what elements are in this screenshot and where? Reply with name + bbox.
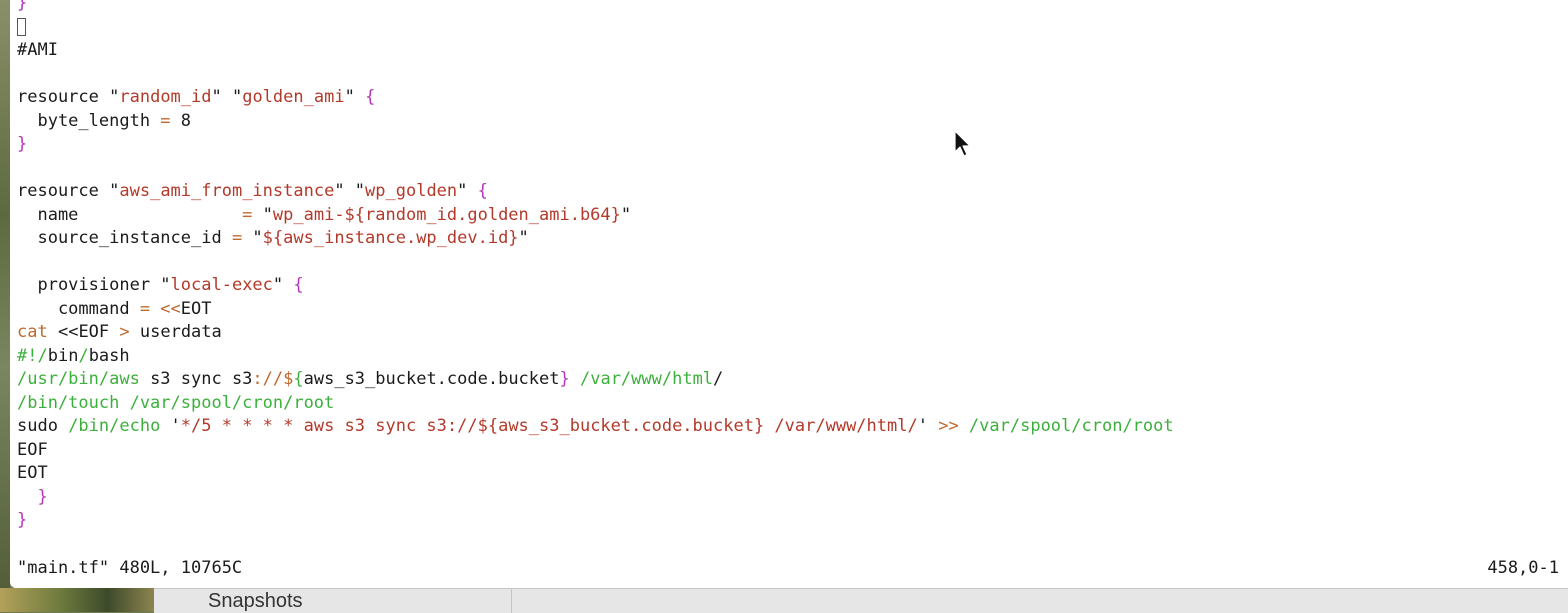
code-token: { [293, 369, 304, 389]
code-token: s3 sync s3 [139, 369, 253, 389]
code-token: local-exec [170, 275, 273, 295]
code-token: command [17, 298, 140, 319]
code-token: aws_ami_from_instance [119, 181, 335, 201]
code-token: ${aws_instance.wp_dev.id} [262, 228, 519, 248]
code-token: /bin/touch /var/spool/cron/root [17, 392, 335, 413]
code-token: " [252, 204, 273, 225]
code-token: #AMI [17, 40, 58, 60]
code-token: > [119, 322, 130, 342]
code-token: source_instance_id [17, 228, 232, 248]
code-line[interactable]: EOT [17, 462, 48, 486]
code-line[interactable]: } [17, 509, 27, 533]
code-token: = [231, 228, 243, 248]
code-line[interactable]: EOF [17, 439, 48, 463]
code-line[interactable]: name = "wp_ami-${random_id.golden_ami.b6… [17, 204, 631, 228]
code-token: provisioner [17, 275, 161, 295]
code-token: cat [17, 322, 58, 342]
status-cursor-position: 458,0-1 [1487, 558, 1559, 578]
code-line[interactable]: provisioner "local-exec" { [17, 274, 304, 298]
code-token: = [160, 110, 171, 131]
code-token: /bin/echo [68, 416, 161, 436]
code-line[interactable]: #AMI [17, 39, 58, 63]
code-token: userdata [129, 322, 222, 342]
text-cursor [17, 17, 26, 36]
code-token: EOT [17, 463, 48, 483]
code-line[interactable]: } [17, 133, 27, 157]
code-token: bin [47, 345, 79, 366]
code-token: ' [160, 416, 181, 436]
code-token: resource [17, 181, 110, 201]
toolbar-divider [511, 589, 512, 613]
code-token: >> [938, 416, 959, 436]
code-token: / [78, 345, 89, 366]
code-token: resource [17, 87, 110, 107]
code-line[interactable]: /bin/touch /var/spool/cron/root [17, 392, 334, 416]
code-line[interactable]: #!/bin/bash [17, 345, 130, 369]
code-line[interactable]: resource "random_id" "golden_ami" { [17, 86, 375, 110]
vim-terminal-window[interactable]: } #AMI resource "random_id" "golden_ami" {… [10, 0, 1568, 588]
code-token: } [17, 134, 28, 154]
code-token: = << [139, 298, 181, 319]
code-token: wp_ami-${random_id.golden_ami.b64} [272, 204, 621, 225]
code-token: ' [917, 416, 939, 436]
code-line[interactable] [17, 16, 26, 40]
code-token: } [17, 0, 28, 13]
code-token: " [518, 228, 529, 248]
code-token: bash [88, 345, 130, 366]
code-line[interactable]: } [17, 486, 48, 510]
code-token: { [365, 87, 376, 107]
desktop-background [0, 0, 10, 612]
snapshots-label[interactable]: Snapshots [208, 590, 303, 612]
code-token: aws_s3_bucket.code.bucket [303, 369, 560, 389]
code-line[interactable]: byte_length = 8 [17, 110, 191, 134]
code-token: #!/ [17, 345, 48, 366]
code-token: { [477, 181, 488, 201]
code-token: EOF [78, 322, 120, 342]
code-line[interactable]: source_instance_id = "${aws_instance.wp_… [17, 227, 529, 251]
desktop-wallpaper-corner [0, 588, 154, 612]
code-token: " [620, 204, 632, 225]
mouse-pointer-icon [954, 130, 971, 157]
code-token: << [57, 322, 79, 342]
code-token: */5 * * * * aws s3 sync s3://${aws_s3_bu… [180, 416, 918, 436]
code-line[interactable]: } [17, 0, 27, 16]
code-token: " " [334, 181, 366, 201]
code-token: ://$ [252, 369, 294, 389]
code-line[interactable]: /usr/bin/aws s3 sync s3://${aws_s3_bucke… [17, 368, 723, 392]
code-line[interactable]: sudo /bin/echo '*/5 * * * * aws s3 sync … [17, 415, 1174, 439]
background-window-toolbar[interactable]: Snapshots [154, 588, 1568, 613]
code-token: " " [211, 87, 243, 107]
code-token: " [272, 275, 294, 295]
code-line[interactable]: command = <<EOT [17, 298, 212, 322]
code-token: EOT [180, 298, 212, 319]
code-token: wp_golden [365, 181, 458, 201]
code-token: " [344, 87, 366, 107]
code-token: EOF [17, 439, 48, 460]
code-token: /var/spool/cron/root [958, 416, 1174, 436]
code-token: " [242, 228, 263, 248]
code-token: " [109, 87, 120, 107]
code-line[interactable]: resource "aws_ami_from_instance" "wp_gol… [17, 180, 488, 204]
code-token: byte_length [17, 110, 161, 131]
code-token: golden_ami [242, 87, 345, 107]
code-token: " [457, 181, 478, 201]
code-token: " [109, 181, 120, 201]
code-token: = [242, 204, 253, 225]
code-line[interactable]: cat <<EOF > userdata [17, 321, 222, 345]
code-token: name [17, 204, 243, 225]
code-token: sudo [17, 416, 69, 436]
code-token: /var/www/html [569, 369, 714, 389]
code-token: } [17, 486, 48, 507]
code-token: /usr/bin/aws [17, 369, 140, 389]
code-token: 8 [170, 110, 192, 131]
code-token: random_id [119, 87, 212, 107]
code-token: " [160, 275, 171, 295]
code-token: } [17, 510, 28, 530]
code-token: } [559, 369, 570, 389]
code-token: { [293, 275, 304, 295]
code-token: / [713, 369, 724, 389]
status-file-info: "main.tf" 480L, 10765C [17, 558, 243, 578]
